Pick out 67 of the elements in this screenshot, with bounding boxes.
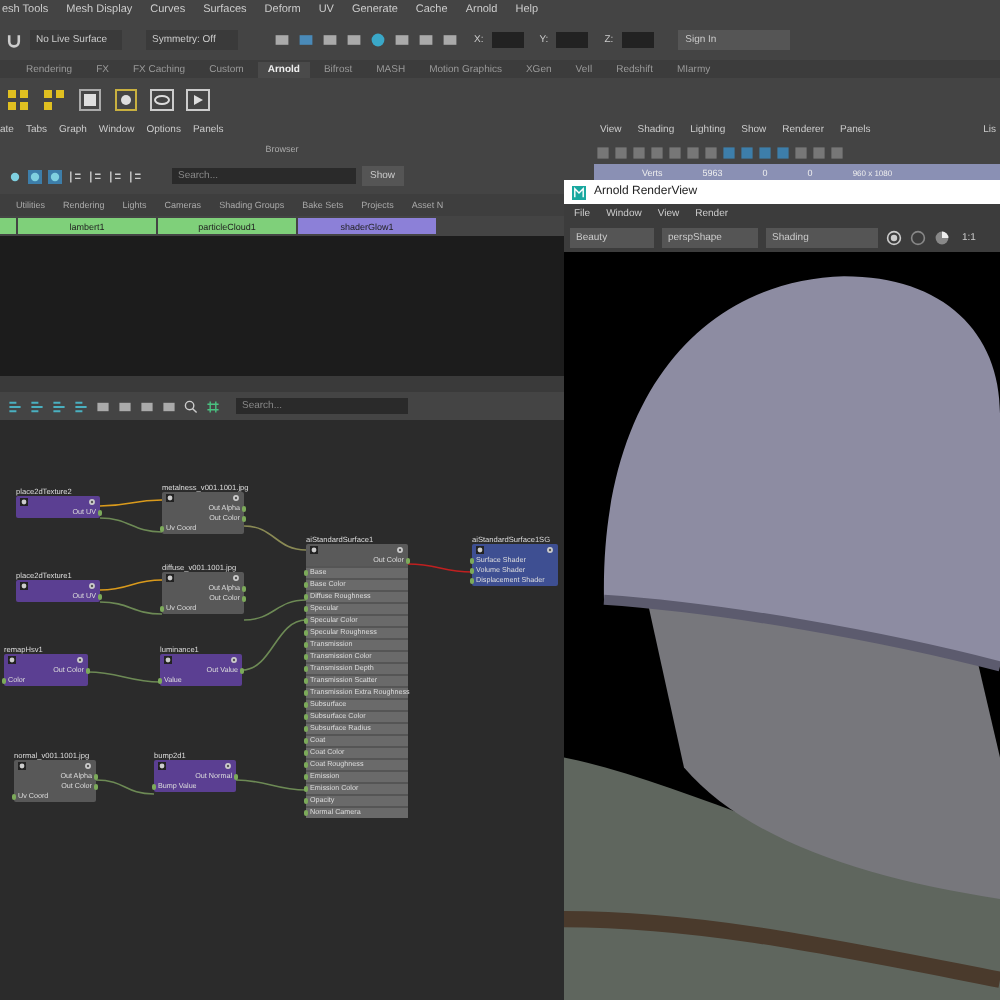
node-icon	[20, 498, 28, 506]
input-port[interactable]	[157, 678, 163, 684]
sort-icon[interactable]	[108, 169, 122, 183]
sort-icon[interactable]	[68, 169, 82, 183]
connection-line	[95, 779, 155, 795]
connection-line	[235, 779, 307, 791]
node-icon	[166, 494, 174, 502]
node-icon	[310, 546, 318, 554]
play-icon[interactable]	[186, 87, 210, 111]
connection-line	[99, 517, 163, 533]
graph-node[interactable]	[306, 544, 408, 818]
output-port[interactable]	[97, 510, 103, 516]
gear-icon[interactable]	[88, 582, 96, 590]
output-port[interactable]	[97, 594, 103, 600]
eye-icon[interactable]	[150, 87, 174, 111]
input-port[interactable]	[159, 526, 165, 532]
output-port[interactable]	[85, 668, 91, 674]
connection-line	[99, 499, 163, 507]
x-field[interactable]	[491, 32, 524, 48]
sphere-icon[interactable]	[28, 169, 42, 183]
layout-icon[interactable]	[30, 399, 44, 413]
gear-icon[interactable]	[232, 574, 240, 582]
gear-icon[interactable]	[546, 546, 554, 554]
input-port[interactable]	[159, 606, 165, 612]
search-icon[interactable]	[184, 399, 198, 413]
connection-line	[99, 601, 163, 615]
gear-icon[interactable]	[396, 546, 404, 554]
connection-line	[87, 671, 161, 683]
sphere-icon[interactable]	[48, 169, 62, 183]
connection-line	[99, 579, 163, 591]
node-icon	[166, 574, 174, 582]
gear-icon[interactable]	[76, 656, 84, 664]
stop-icon[interactable]	[910, 230, 926, 246]
y-field[interactable]	[556, 32, 589, 48]
node-icon	[476, 546, 484, 554]
input-port[interactable]	[11, 794, 17, 800]
gear-icon[interactable]	[232, 494, 240, 502]
node-icon	[18, 762, 26, 770]
node-icon	[20, 582, 28, 590]
layout-icon[interactable]	[74, 399, 88, 413]
gear-icon[interactable]	[84, 762, 92, 770]
input-port[interactable]	[151, 784, 157, 790]
gear-icon[interactable]	[230, 656, 238, 664]
output-port[interactable]	[233, 774, 239, 780]
grid-icon[interactable]	[206, 399, 220, 413]
material-swatch[interactable]	[0, 218, 16, 234]
sphere-icon[interactable]	[370, 32, 386, 48]
layout-icon[interactable]	[8, 399, 22, 413]
sort-icon[interactable]	[88, 169, 102, 183]
app-logo-icon	[572, 185, 586, 199]
connection-line	[407, 563, 473, 573]
channels-icon[interactable]	[934, 230, 950, 246]
output-port[interactable]	[239, 668, 245, 674]
gear-icon[interactable]	[224, 762, 232, 770]
input-port[interactable]	[1, 678, 7, 684]
gear-icon[interactable]	[88, 498, 96, 506]
node-icon	[164, 656, 172, 664]
node-icon	[8, 656, 16, 664]
render-icon[interactable]	[886, 230, 902, 246]
sphere-icon[interactable]	[8, 169, 22, 183]
layout-icon[interactable]	[52, 399, 66, 413]
grid-icon[interactable]	[298, 32, 314, 48]
node-icon	[158, 762, 166, 770]
sort-icon[interactable]	[128, 169, 142, 183]
connection-line	[243, 525, 307, 551]
z-field[interactable]	[621, 32, 654, 48]
output-port[interactable]	[405, 558, 411, 564]
